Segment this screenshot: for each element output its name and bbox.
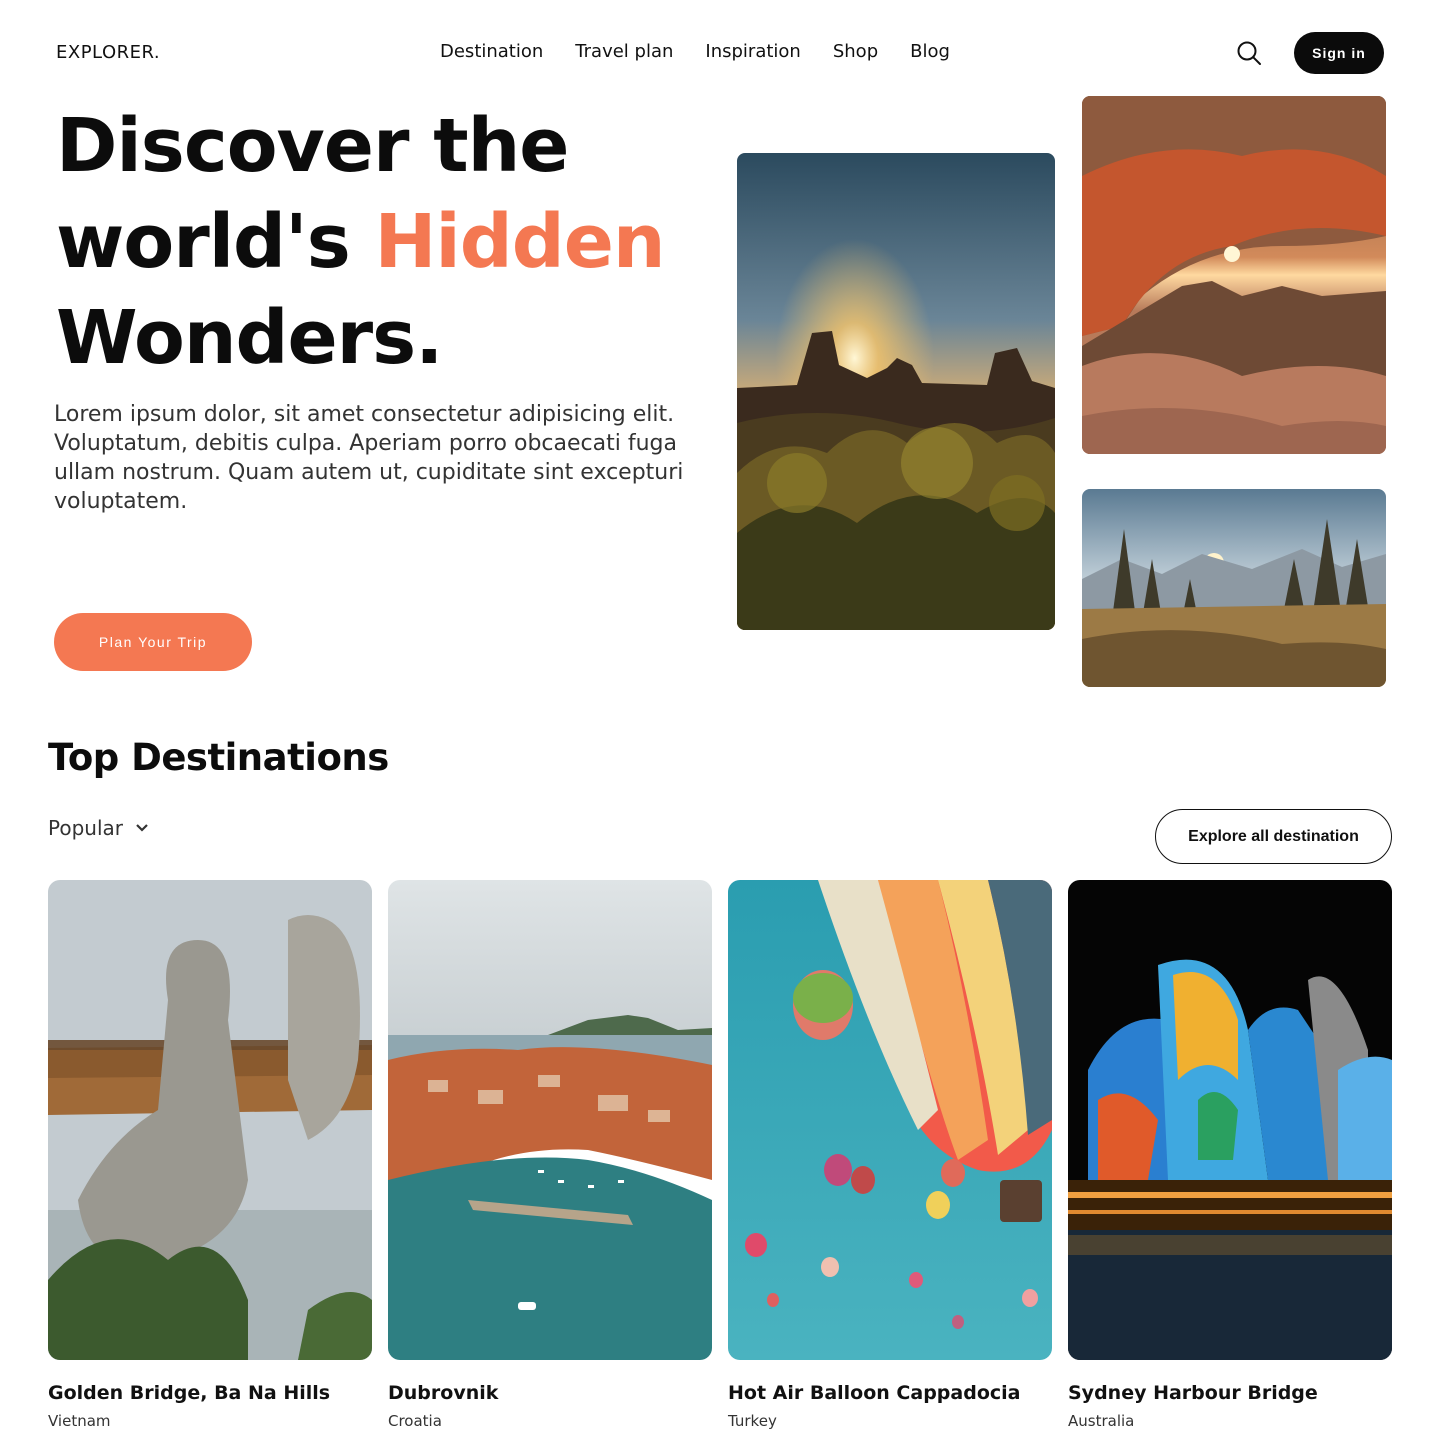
nav-inspiration[interactable]: Inspiration (705, 41, 800, 62)
nav-shop[interactable]: Shop (833, 41, 878, 62)
hero-title-line1: Discover the (56, 103, 569, 189)
destination-country: Vietnam (48, 1412, 111, 1430)
nav-blog[interactable]: Blog (910, 41, 950, 62)
destination-name: Hot Air Balloon Cappadocia (728, 1382, 1021, 1404)
search-icon[interactable] (1236, 40, 1262, 66)
destination-country: Croatia (388, 1412, 442, 1430)
destination-card[interactable]: Sydney Harbour Bridge Australia (1068, 880, 1392, 1430)
destination-name: Sydney Harbour Bridge (1068, 1382, 1318, 1404)
main-nav: Destination Travel plan Inspiration Shop… (440, 41, 982, 62)
destination-image-cappadocia (728, 880, 1052, 1360)
sign-in-button[interactable]: Sign in (1294, 32, 1384, 74)
destination-image-dubrovnik (388, 880, 712, 1360)
destination-name: Dubrovnik (388, 1382, 499, 1404)
destination-image-golden-bridge (48, 880, 372, 1360)
nav-travel-plan[interactable]: Travel plan (575, 41, 673, 62)
hero-description: Lorem ipsum dolor, sit amet consectetur … (54, 402, 684, 514)
hero-photo-forest-sunset (1082, 489, 1386, 687)
hero-title-accent: Hidden (374, 199, 666, 285)
destination-image-sydney (1068, 880, 1392, 1360)
section-title: Top Destinations (48, 736, 389, 779)
chevron-down-icon (136, 824, 148, 832)
hero-photo-monument-valley (737, 153, 1055, 630)
hero-photo-mesa-arch (1082, 96, 1386, 454)
hero-title-line2: world's (56, 199, 375, 285)
filter-label: Popular (48, 816, 123, 840)
destination-country: Australia (1068, 1412, 1135, 1430)
destination-name: Golden Bridge, Ba Na Hills (48, 1382, 331, 1404)
plan-trip-button[interactable]: Plan Your Trip (54, 613, 252, 671)
destination-card[interactable]: Dubrovnik Croatia (388, 880, 712, 1430)
nav-destination[interactable]: Destination (440, 41, 543, 62)
explore-all-button[interactable]: Explore all destination (1155, 809, 1392, 864)
logo[interactable]: EXPLORER. (56, 42, 160, 63)
destination-card[interactable]: Golden Bridge, Ba Na Hills Vietnam (48, 880, 372, 1430)
popular-filter-dropdown[interactable]: Popular (48, 816, 149, 840)
hero-title-line3: Wonders. (56, 295, 443, 381)
hero-title: Discover the world's Hidden Wonders. (56, 98, 716, 386)
destination-country: Turkey (728, 1412, 777, 1430)
destination-card[interactable]: Hot Air Balloon Cappadocia Turkey (728, 880, 1052, 1430)
